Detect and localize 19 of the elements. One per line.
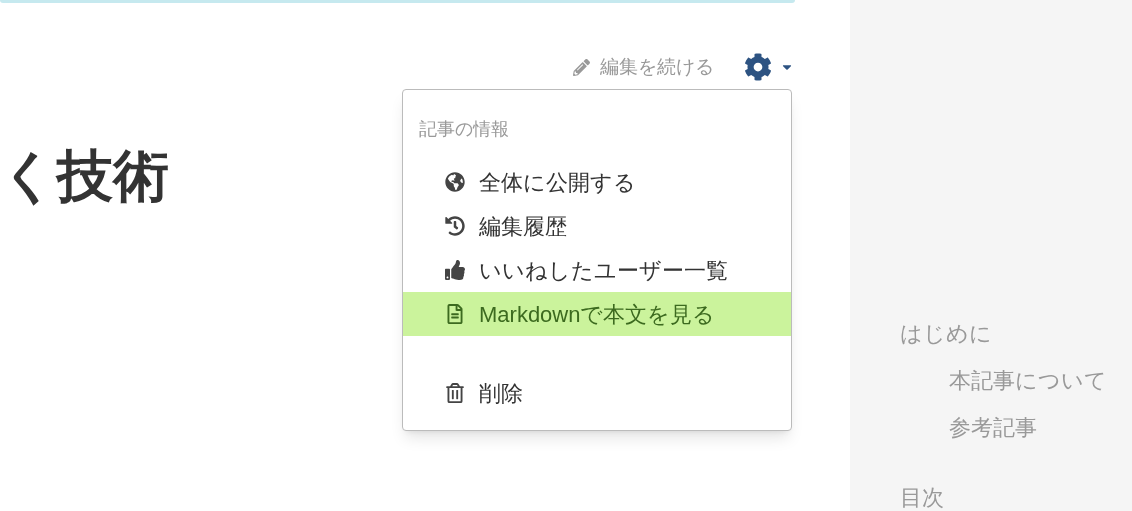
menu-item[interactable]: 全体に公開する [403, 160, 791, 204]
menu-item[interactable]: 削除 [403, 371, 791, 415]
trash-icon [445, 383, 465, 403]
toc-link[interactable]: 本記事について [900, 370, 1132, 392]
toc-link[interactable]: はじめに [900, 323, 1132, 345]
pencil-icon [573, 58, 590, 76]
menu-item[interactable]: Markdownで本文を見る [403, 292, 791, 336]
toc-link[interactable]: 目次 [900, 487, 1132, 509]
document-icon [445, 304, 465, 324]
thumbs-up-icon [445, 260, 465, 280]
globe-icon [445, 172, 465, 192]
article-title: く技術 [0, 148, 169, 204]
menu-item[interactable]: いいねしたユーザー一覧 [403, 248, 791, 292]
settings-icon [744, 53, 772, 81]
settings-dropdown-button[interactable] [744, 53, 794, 81]
menu-item[interactable]: 編集履歴 [403, 204, 791, 248]
continue-editing-link[interactable]: 編集を続ける [573, 52, 714, 82]
menu-header: 記事の情報 [418, 120, 510, 138]
history-icon [445, 216, 465, 236]
